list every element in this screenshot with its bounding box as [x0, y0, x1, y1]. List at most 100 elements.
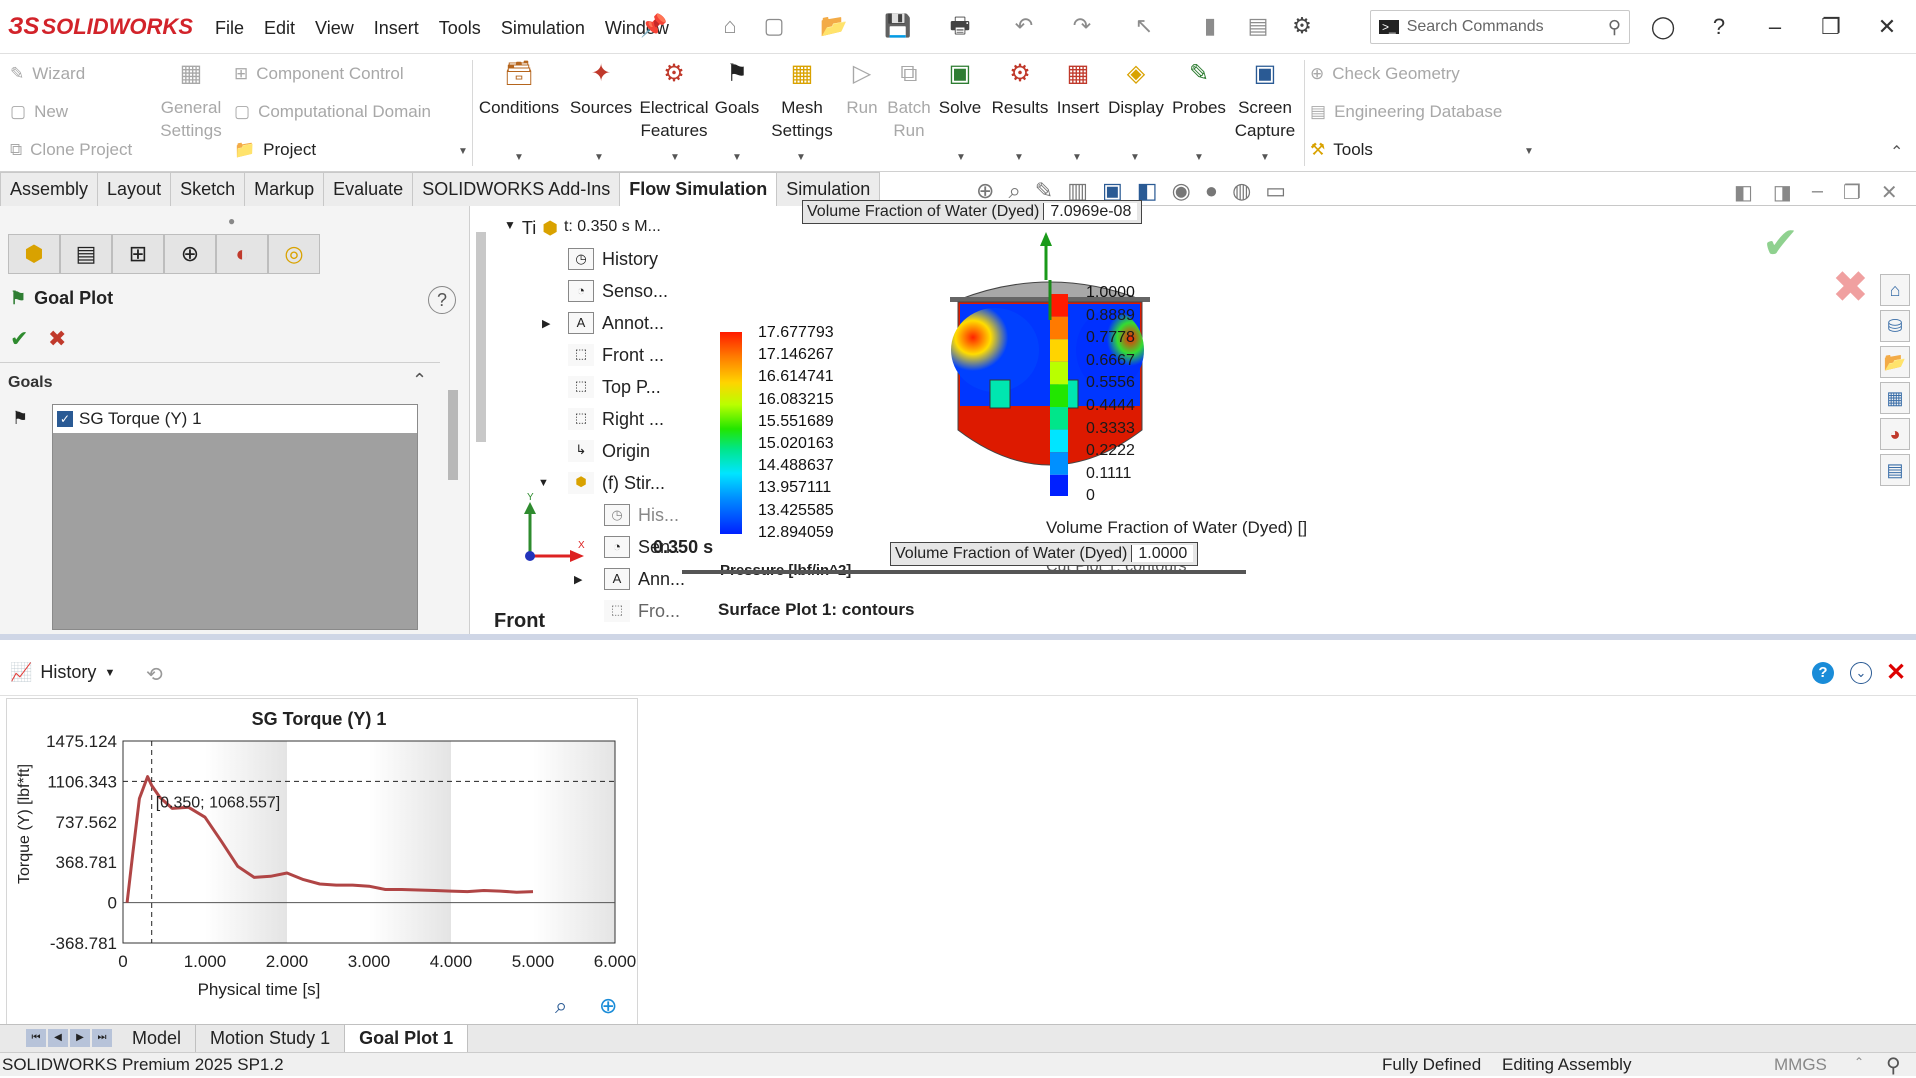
tile-right-icon[interactable]: ◨ — [1773, 180, 1792, 205]
flow-simulation-tab-icon[interactable]: ◎ — [268, 234, 320, 274]
tab-layout[interactable]: Layout — [97, 172, 172, 206]
refresh-icon[interactable]: ⟲ — [146, 662, 163, 687]
results-dropdown-arrow[interactable]: ▼ — [1014, 152, 1024, 163]
feature-manager-tab-icon[interactable]: ⬢ — [8, 234, 60, 274]
cancel-x-button-icon[interactable]: ✖ — [48, 326, 66, 352]
electrical-dropdown-arrow[interactable]: ▼ — [670, 152, 680, 163]
tree-root[interactable]: ▼ Ti ⬢ t: 0.350 s M... — [504, 218, 661, 239]
tools-dropdown-arrow[interactable]: ▼ — [1524, 146, 1534, 157]
tree-item-top-plane[interactable]: ⬚ Top P... — [568, 376, 661, 398]
search-input[interactable]: Search Commands — [1407, 18, 1600, 36]
undo-icon[interactable]: ↶ — [1010, 12, 1038, 40]
appearances-icon[interactable]: ◕ — [1880, 418, 1910, 450]
menu-simulation[interactable]: Simulation — [491, 14, 595, 43]
tab-evaluate[interactable]: Evaluate — [323, 172, 414, 206]
clone-project-button[interactable]: ⧉ Clone Project — [10, 140, 132, 160]
goals-listbox[interactable]: ✓ SG Torque (Y) 1 — [52, 404, 418, 630]
file-properties-icon[interactable]: ▤ — [1244, 12, 1272, 40]
new-document-icon[interactable]: ▢ — [760, 12, 788, 40]
tab-flow-simulation[interactable]: Flow Simulation — [619, 172, 778, 206]
tree-item-right-plane[interactable]: ⬚ Right ... — [568, 408, 664, 430]
batch-run-button[interactable]: ⧉ Batch Run — [884, 62, 934, 142]
expand-arrow-icon[interactable]: ▶ — [574, 573, 596, 586]
collapse-section-chevron-icon[interactable]: ⌃ — [412, 370, 427, 391]
cancel-x-icon[interactable]: ✖ — [1832, 262, 1869, 313]
probes-button[interactable]: ✎ Probes — [1170, 62, 1228, 119]
history-dropdown[interactable]: 📈 History ▼ — [10, 662, 115, 683]
save-icon[interactable]: 💾 — [884, 12, 912, 40]
restore-button[interactable]: ❐ — [1814, 12, 1848, 42]
solidworks-logo[interactable]: ЗS SOLIDWORKS — [8, 10, 193, 44]
options-gear-icon[interactable]: ⚙ — [1288, 12, 1316, 40]
tile-left-icon[interactable]: ◧ — [1734, 180, 1753, 205]
tree-item-origin[interactable]: ↳ Origin — [568, 440, 650, 462]
tab-model[interactable]: Model — [118, 1025, 197, 1052]
conditions-dropdown-arrow[interactable]: ▼ — [514, 152, 524, 163]
project-button[interactable]: 📁 Project — [234, 140, 316, 160]
engineering-database-button[interactable]: ▤ Engineering Database — [1310, 102, 1502, 122]
viewport-close-icon[interactable]: ✕ — [1881, 180, 1898, 205]
help-icon[interactable]: ? — [1702, 12, 1736, 42]
close-button[interactable]: ✕ — [1870, 12, 1904, 42]
minimize-button[interactable]: – — [1758, 12, 1792, 42]
print-icon[interactable]: 🖶 — [946, 12, 974, 40]
tab-sketch[interactable]: Sketch — [170, 172, 246, 206]
status-units[interactable]: MMGS — [1774, 1055, 1827, 1075]
search-commands[interactable]: >_ Search Commands ⚲ — [1370, 10, 1630, 44]
tools-button[interactable]: ⚒ Tools — [1310, 140, 1373, 160]
new-project-button[interactable]: ▢ New — [10, 102, 68, 122]
project-dropdown-arrow[interactable]: ▼ — [458, 146, 468, 157]
check-geometry-button[interactable]: ⊕ Check Geometry — [1310, 64, 1460, 84]
goal-checkbox[interactable]: ✓ — [57, 411, 73, 427]
panel-help-icon[interactable]: ? — [428, 286, 456, 314]
insert-button[interactable]: ▦ Insert — [1052, 62, 1104, 119]
first-tab-icon[interactable]: ⏮ — [26, 1029, 46, 1047]
sources-button[interactable]: ✦ Sources — [566, 62, 636, 119]
tree-item-sub-sensors[interactable]: ◔ Sen... 0.350 s — [604, 536, 713, 558]
computational-domain-button[interactable]: ▢ Computational Domain — [234, 102, 431, 122]
menu-view[interactable]: View — [305, 14, 364, 43]
scene-icon[interactable]: ◍ — [1232, 178, 1251, 204]
menu-edit[interactable]: Edit — [254, 14, 305, 43]
goal-list-item[interactable]: ✓ SG Torque (Y) 1 — [53, 405, 417, 433]
dimxpert-tab-icon[interactable]: ⊕ — [164, 234, 216, 274]
display-manager-tab-icon[interactable]: ◐ — [216, 234, 268, 274]
hide-show-icon[interactable]: ◉ — [1172, 178, 1191, 204]
tab-addins[interactable]: SOLIDWORKS Add-Ins — [412, 172, 621, 206]
custom-properties-icon[interactable]: ▤ — [1880, 454, 1910, 486]
general-settings-button[interactable]: ▦ General Settings — [156, 62, 226, 142]
home-icon[interactable]: ⌂ — [716, 12, 744, 40]
account-icon[interactable]: ◯ — [1646, 12, 1680, 42]
last-tab-icon[interactable]: ⏭ — [92, 1029, 112, 1047]
search-icon[interactable]: ⚲ — [1608, 17, 1621, 38]
tab-assembly[interactable]: Assembly — [0, 172, 99, 206]
tab-markup[interactable]: Markup — [244, 172, 325, 206]
conditions-button[interactable]: 🗃 Conditions — [476, 62, 562, 119]
prev-tab-icon[interactable]: ◀ — [48, 1029, 68, 1047]
close-plot-icon[interactable]: ✕ — [1886, 658, 1906, 687]
confirm-checkmark-icon[interactable]: ✔ — [1762, 218, 1799, 269]
tab-motion-study[interactable]: Motion Study 1 — [196, 1025, 346, 1052]
component-control-button[interactable]: ⊞ Component Control — [234, 64, 404, 84]
file-explorer-icon[interactable]: 📂 — [1880, 346, 1910, 378]
collapse-ribbon-chevron-icon[interactable]: ⌃ — [1890, 142, 1903, 162]
tree-item-history[interactable]: ◷ History — [568, 248, 658, 270]
viewport-minimize-icon[interactable]: – — [1812, 180, 1823, 205]
open-folder-icon[interactable]: 📂 — [820, 12, 848, 40]
panel-scrollbar-thumb[interactable] — [448, 390, 458, 480]
display-dropdown-arrow[interactable]: ▼ — [1130, 152, 1140, 163]
torque-chart[interactable]: 1475.1241106.343737.562368.7810-368.7810… — [7, 699, 637, 1025]
tree-item-annotations[interactable]: ▶ A Annot... — [542, 312, 664, 334]
tree-item-sensors[interactable]: ◔ Senso... — [568, 280, 668, 302]
panel-splitter-handle[interactable]: ● — [228, 214, 235, 228]
goals-button[interactable]: ⚑ Goals — [712, 62, 762, 119]
pin-icon[interactable]: 📌 — [640, 12, 668, 40]
run-button[interactable]: ▷ Run — [842, 62, 882, 119]
next-tab-icon[interactable]: ▶ — [70, 1029, 90, 1047]
menu-insert[interactable]: Insert — [364, 14, 429, 43]
tree-item-sub-history[interactable]: ◷ His... — [604, 504, 679, 526]
sources-dropdown-arrow[interactable]: ▼ — [594, 152, 604, 163]
status-editing-mode[interactable]: Editing Assembly — [1502, 1055, 1631, 1075]
solve-button[interactable]: ▣ Solve — [936, 62, 984, 119]
wizard-button[interactable]: ✎ Wizard — [10, 64, 85, 84]
